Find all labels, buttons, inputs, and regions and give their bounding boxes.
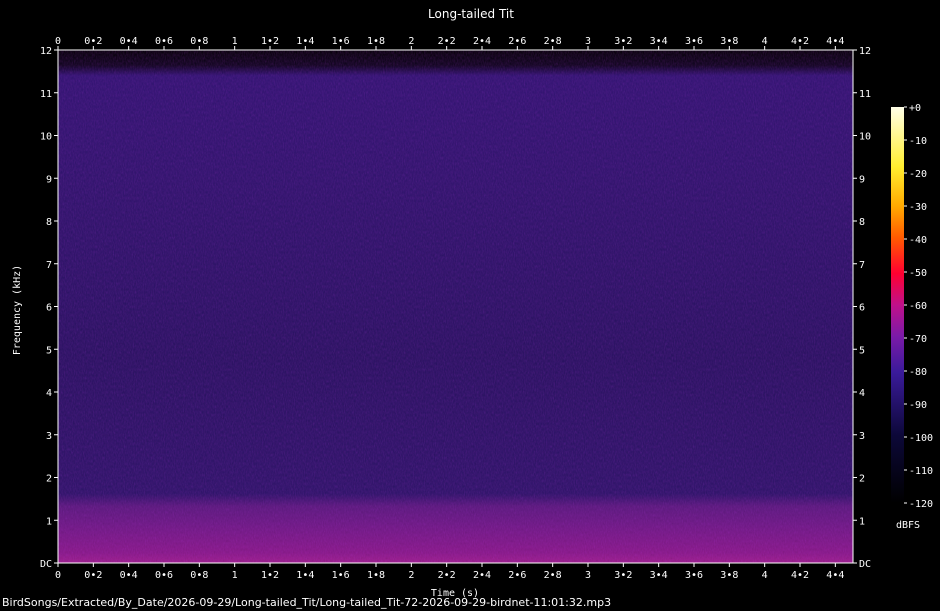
x-tick-label-top: 0 [55,36,61,47]
colorbar-tick-label: -30 [909,202,927,213]
y-axis-label: Frequency (kHz) [12,265,23,355]
x-tick-label-top: 2•2 [438,36,456,47]
colorbar-tick-label: -50 [909,268,927,279]
x-axis-bottom: 0 0•2 0•4 0•6 0•8 1 1•2 1•4 1•6 1•8 2 2•2 2•4 2•6 2•8 3… [55,563,844,581]
x-tick-label-bottom: 3 [585,570,591,581]
y-tick-label-left: 7 [46,260,52,271]
y-tick-label-right: 11 [859,89,871,100]
y-axis-left: DC123456789101112 [40,46,58,570]
y-tick-label-right: 5 [859,345,865,356]
y-tick-label-left: 1 [46,516,52,527]
y-axis-right: DC123456789101112 [853,46,871,570]
y-tick-label-right: 8 [859,217,865,228]
x-tick-label-bottom: 3•2 [614,570,632,581]
y-tick-label-right: 7 [859,260,865,271]
x-tick-label-bottom: 1•8 [367,570,385,581]
x-tick-label-bottom: 0•8 [190,570,208,581]
y-tick-label-right: 6 [859,303,865,314]
x-tick-label-bottom: 0 [55,570,61,581]
x-tick-label-top: 1•2 [261,36,279,47]
x-tick-label-top: 4•4 [826,36,844,47]
x-tick-label-bottom: 4•2 [791,570,809,581]
y-tick-label-right: 9 [859,174,865,185]
y-tick-label-right: 4 [859,388,865,399]
x-tick-label-top: 4 [762,36,768,47]
y-tick-label-left: DC [40,559,52,570]
filename-footer: BirdSongs/Extracted/By_Date/2026-09-29/L… [2,596,612,609]
x-tick-label-top: 0•2 [84,36,102,47]
colorbar-tick-label: -70 [909,334,927,345]
colorbar-tick-label: -120 [909,499,933,510]
y-tick-label-left: 10 [40,132,52,143]
x-tick-label-bottom: 2•8 [544,570,562,581]
colorbar-gradient [891,107,904,503]
x-axis-top: 0 0•2 0•4 0•6 0•8 1 1•2 1•4 1•6 1•8 2 2•2 2•4 2•6 2•8 3… [55,36,844,50]
x-tick-label-bottom: 0•6 [155,570,173,581]
spectrogram-chart: 0 0•2 0•4 0•6 0•8 1 1•2 1•4 1•6 1•8 2 2•2 2•4 2•6 2•8 3… [12,7,933,599]
x-tick-label-top: 2 [408,36,414,47]
colorbar-tick-label: +0 [909,103,921,114]
y-tick-label-right: 1 [859,516,865,527]
chart-title: Long-tailed Tit [428,7,514,21]
x-tick-label-bottom: 3•8 [720,570,738,581]
x-tick-label-bottom: 1 [232,570,238,581]
x-tick-label-top: 3•6 [685,36,703,47]
y-tick-label-left: 4 [46,388,52,399]
x-tick-label-top: 0•6 [155,36,173,47]
x-tick-label-bottom: 3•6 [685,570,703,581]
x-tick-label-top: 2•8 [544,36,562,47]
x-tick-label-bottom: 2•4 [473,570,491,581]
colorbar-tick-label: -80 [909,367,927,378]
y-tick-label-right: DC [859,559,871,570]
colorbar-label: dBFS [896,520,920,531]
y-tick-label-right: 3 [859,431,865,442]
y-tick-label-right: 12 [859,46,871,57]
x-tick-label-bottom: 4 [762,570,768,581]
y-tick-label-left: 5 [46,345,52,356]
x-tick-label-top: 3•2 [614,36,632,47]
colorbar-tick-label: -100 [909,433,933,444]
colorbar-tick-label: -110 [909,466,933,477]
colorbar-tick-label: -40 [909,235,927,246]
y-tick-label-left: 11 [40,89,52,100]
spectrogram-noise-texture [58,50,853,563]
y-tick-label-left: 8 [46,217,52,228]
colorbar-tick-label: -60 [909,301,927,312]
spectrogram-plot-area [57,49,854,564]
x-tick-label-top: 3•8 [720,36,738,47]
x-tick-label-bottom: 1•2 [261,570,279,581]
x-tick-label-top: 3 [585,36,591,47]
y-tick-label-left: 9 [46,174,52,185]
x-tick-label-bottom: 0•4 [120,570,138,581]
x-tick-label-bottom: 2•6 [508,570,526,581]
x-tick-label-top: 1•4 [296,36,314,47]
x-tick-label-top: 1 [232,36,238,47]
x-tick-label-top: 2•4 [473,36,491,47]
y-tick-label-right: 10 [859,132,871,143]
y-tick-label-left: 6 [46,303,52,314]
colorbar-tick-label: -90 [909,400,927,411]
x-tick-label-top: 3•4 [650,36,668,47]
y-tick-label-left: 2 [46,474,52,485]
colorbar-tick-label: -10 [909,136,927,147]
x-tick-label-top: 0•8 [190,36,208,47]
x-tick-label-bottom: 4•4 [826,570,844,581]
colorbar-tick-label: -20 [909,169,927,180]
y-tick-label-left: 3 [46,431,52,442]
colorbar: +0 -10 -20 -30 -40 -50 -60 -70 -80 -90 -100 -110 -12… [891,103,933,531]
x-tick-label-bottom: 1•4 [296,570,314,581]
x-tick-label-bottom: 3•4 [650,570,668,581]
y-tick-label-left: 12 [40,46,52,57]
x-tick-label-top: 1•8 [367,36,385,47]
colorbar-ticks: +0 -10 -20 -30 -40 -50 -60 -70 -80 -90 -100 -110 -12… [904,103,933,510]
x-tick-label-bottom: 2 [408,570,414,581]
y-tick-label-right: 2 [859,474,865,485]
x-tick-label-bottom: 0•2 [84,570,102,581]
x-tick-label-top: 4•2 [791,36,809,47]
x-tick-label-bottom: 1•6 [332,570,350,581]
x-tick-label-top: 2•6 [508,36,526,47]
x-tick-label-top: 0•4 [120,36,138,47]
x-tick-label-bottom: 2•2 [438,570,456,581]
x-tick-label-top: 1•6 [332,36,350,47]
